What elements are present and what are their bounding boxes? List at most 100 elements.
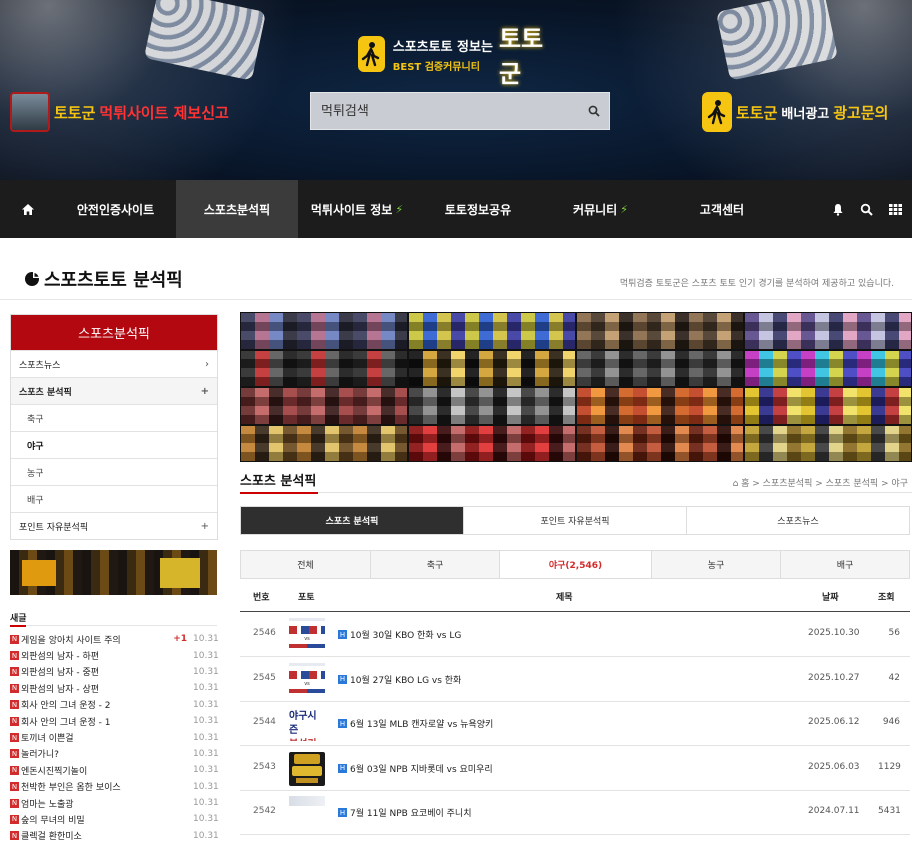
banner-ad[interactable] [240,312,408,350]
sidebar-item-soccer[interactable]: 축구 [11,404,217,431]
recent-post-item[interactable]: N 토끼녀 이쁜걸 10.31 [10,729,219,745]
recent-posts-divider [10,625,217,627]
table-row[interactable]: 2546 vs H 10월 30일 KBO 한화 vs LG 2025.10.30 56 [240,612,910,657]
post-date: 2025.10.30 [808,628,860,638]
banner-ad[interactable] [744,387,912,425]
recent-post-item[interactable]: N 게임을 앙아치 사이트 주의 +1 10.31 [10,631,219,647]
new-badge-icon: N [10,683,19,693]
new-badge-icon: N [10,765,19,775]
post-title[interactable]: H 6월 03일 NPB 지바롯데 vs 요미우리 [338,762,493,775]
expand-icon: + [200,385,209,397]
sidebar-ad-banner[interactable] [10,550,217,595]
column-photo: 포토 [298,593,315,603]
bell-icon[interactable] [832,203,844,216]
post-date: 2024.07.11 [808,806,860,817]
grid-menu-icon[interactable] [889,203,902,215]
post-title[interactable]: H 10월 30일 KBO 한화 vs LG [338,628,461,641]
report-scam-banner[interactable]: 토토군 먹튀사이트 제보신고 [10,90,229,134]
banner-ad[interactable] [408,349,576,387]
banner-ad[interactable] [240,387,408,425]
recent-post-item[interactable]: N 외판섬의 남자 - 하편 10.31 [10,647,219,663]
banner-ad[interactable] [576,349,744,387]
category-baseball[interactable]: 야구(2,546) [499,551,651,578]
recent-posts-list: N 게임을 앙아치 사이트 주의 +1 10.31 N 외판섬의 남자 - 하편 10.31… [10,631,219,841]
post-date: 10.31 [193,765,219,776]
logo-tagline: 스포츠토토 정보는 [392,39,493,55]
search-button[interactable] [579,93,609,129]
table-row[interactable]: 2542 H 7월 11일 NPB 요코베이 주니치 2024.07.11 5431 [240,790,910,836]
table-row[interactable]: 2544 야구시즌분석기 뷰 H6월 13일 MLB 캔자로얄 vs 뉴욕양키 202… [240,701,910,747]
banner-ad[interactable] [240,424,408,462]
site-logo[interactable]: 스포츠토토 정보는 BEST 검증커뮤니티 토토군 [358,25,558,88]
post-number: 2543 [253,761,276,772]
recent-post-item[interactable]: N 천박한 부인은 옴한 보이스 10.31 [10,779,219,795]
new-badge-icon: N [10,749,19,759]
post-number: 2542 [253,806,276,817]
tab-sports-picks[interactable]: 스포츠 분석픽 [241,507,463,534]
tab-sports-news[interactable]: 스포츠뉴스 [686,507,909,534]
nav-sports-picks[interactable]: 스포츠분석픽 [176,180,298,238]
banner-ad[interactable] [744,312,912,350]
post-title[interactable]: H 7월 11일 NPB 요코베이 주니치 [338,806,471,819]
search-icon[interactable] [860,203,873,216]
sidebar-item-sports-picks[interactable]: 스포츠 분석픽 + [11,377,217,404]
search-input[interactable] [311,93,579,129]
table-row[interactable]: 2543 H 6월 03일 NPB 지바롯데 vs 요미우리 2025.06.03 11… [240,746,910,791]
tab-point-picks[interactable]: 포인트 자유분석픽 [463,507,686,534]
logo-runner-icon [358,36,385,72]
recent-post-item[interactable]: N 엄마는 노출광 10.31 [10,795,219,811]
recent-post-item[interactable]: N 엔돈시진찍기놀이 10.31 [10,762,219,778]
category-volleyball[interactable]: 배구 [780,551,909,578]
banner-ad[interactable] [576,312,744,350]
sidebar-item-volleyball[interactable]: 배구 [11,485,217,512]
banner-ad[interactable] [576,424,744,462]
table-row[interactable]: 2545 vs H 10월 27일 KBO LG vs 한화 2025.10.27 42 [240,657,910,702]
banner-ad[interactable] [744,349,912,387]
new-badge-icon: N [10,814,19,824]
banner-ad[interactable] [408,312,576,350]
post-date: 10.31 [193,716,219,727]
sidebar-item-basketball[interactable]: 농구 [11,458,217,485]
sidebar-item-point-picks[interactable]: 포인트 자유분석픽 + [11,512,217,539]
post-date: 10.31 [193,781,219,792]
table-header: 번호 포토 제목 날짜 조회 [240,580,910,612]
nav-scam-info[interactable]: 먹튀사이트 정보 ⚡ [298,180,416,238]
home-icon [21,203,34,215]
post-thumbnail[interactable] [289,796,325,807]
sidebar-item-baseball[interactable]: 야구 [11,431,217,458]
nav-community[interactable]: 커뮤니티 ⚡ [540,180,661,238]
ad-banner-brand: 토토군 [736,103,778,122]
banner-ad[interactable] [744,424,912,462]
post-number: 2545 [253,672,276,683]
banner-ad[interactable] [408,387,576,425]
recent-post-item[interactable]: N 회사 안의 그녀 운정 - 1 10.31 [10,713,219,729]
nav-customer-center[interactable]: 고객센터 [661,180,783,238]
sidebar-item-sports-news[interactable]: 스포츠뉴스 › [11,350,217,377]
recent-post-item[interactable]: N 회사 안의 그녀 운정 - 2 10.31 [10,697,219,713]
home-button[interactable] [0,180,55,238]
recent-post-item[interactable]: N 숲의 무녀의 비밀 10.31 [10,811,219,827]
category-basketball[interactable]: 농구 [651,551,780,578]
recent-post-item[interactable]: N 외판섬의 남자 - 상편 10.31 [10,680,219,696]
banner-ad[interactable] [576,387,744,425]
nav-toto-share[interactable]: 토토정보공유 [416,180,540,238]
comment-count: +1 [173,634,187,645]
post-thumbnail[interactable]: 야구시즌분석기 뷰 [289,707,325,742]
post-thumbnail[interactable] [289,751,325,786]
nav-safe-sites[interactable]: 안전인증사이트 [55,180,176,238]
post-thumbnail[interactable]: vs [289,662,325,697]
recent-post-item[interactable]: N 클렉걸 환한미소 10.31 [10,828,219,841]
post-date: 10.31 [193,814,219,825]
column-num: 번호 [253,593,270,603]
post-thumbnail[interactable]: vs [289,618,325,652]
category-soccer[interactable]: 축구 [370,551,499,578]
post-title[interactable]: H 10월 27일 KBO LG vs 한화 [338,673,461,686]
post-date: 10.31 [193,798,219,809]
banner-ad[interactable] [240,349,408,387]
recent-post-item[interactable]: N 외판섬의 남자 - 중편 10.31 [10,664,219,680]
ad-inquiry-banner[interactable]: 토토군 배너광고 광고문의 [702,90,888,134]
post-title[interactable]: H 6월 13일 MLB 캔자로얄 vs 뉴욕양키 [338,717,493,730]
recent-post-item[interactable]: N 놀러가니? 10.31 [10,746,219,762]
banner-ad[interactable] [408,424,576,462]
category-all[interactable]: 전체 [241,551,370,578]
